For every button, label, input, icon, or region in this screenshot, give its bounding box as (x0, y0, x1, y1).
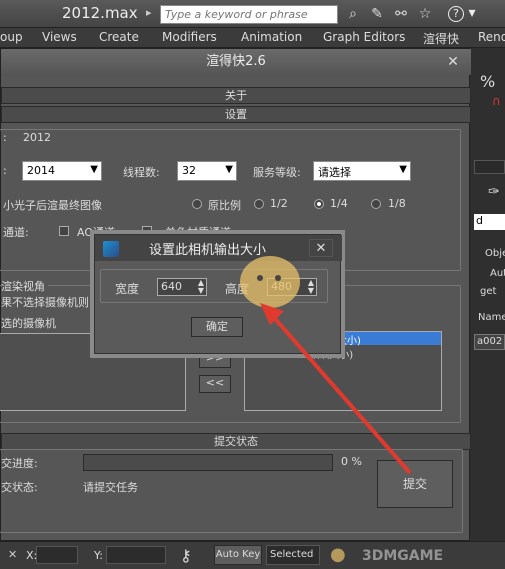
dialog-title: 渲得快2.6 (1, 49, 471, 75)
object-type-label: Obje (485, 248, 505, 259)
star-icon[interactable]: ☆ (416, 5, 434, 23)
threads-combo[interactable]: 32 ▼ (177, 161, 237, 181)
title-bar: 2012.max ▸ ⌕ ✎ ⚯ ☆ ? ▾ (0, 0, 505, 28)
ratio-eighth-label: 1/8 (388, 197, 406, 210)
help-button[interactable]: ? ▾ (448, 5, 482, 23)
max-version-combo[interactable]: 2014 ▼ (22, 161, 102, 181)
menu-modifiers[interactable]: Modifiers (162, 30, 217, 44)
service-level-label: 服务等级: (253, 166, 301, 179)
ok-button[interactable]: 确定 (191, 317, 243, 337)
camera-group-label: 渲染视角 (1, 278, 48, 294)
name-field[interactable]: d (474, 214, 505, 230)
object-name-field[interactable]: a002 (474, 334, 505, 350)
target-label: get (480, 286, 497, 297)
max-version-label: : (3, 164, 7, 177)
width-spinner[interactable]: 640 ▲ ▼ (157, 278, 207, 296)
menu-bar: oup Views Create Modifiers Animation Gra… (0, 28, 505, 48)
screen: 2012.max ▸ ⌕ ✎ ⚯ ☆ ? ▾ oup Views Create … (0, 0, 505, 569)
autogrid-label: Aut (490, 268, 505, 279)
camera-hint-1: 果不选择摄像机则 (1, 296, 89, 309)
about-rollout[interactable]: 关于 (1, 87, 471, 104)
percent-label: % (480, 72, 496, 91)
progress-label: 交进度: (1, 457, 38, 470)
command-panel: % ∩ ✑ d Obje Aut get Name a002 (470, 48, 505, 553)
arrow-annotation-icon (260, 303, 412, 475)
name-label: Name (478, 312, 505, 323)
app-icon (103, 241, 119, 257)
channel-label: 通道: (3, 226, 29, 239)
menu-views[interactable]: Views (42, 30, 77, 44)
threads-label: 线程数: (123, 166, 160, 179)
settings-rollout[interactable]: 设置 (1, 106, 471, 123)
version-value: 2012 (23, 131, 51, 144)
name-field-text: d (476, 214, 483, 227)
menu-create[interactable]: Create (99, 30, 139, 44)
key-icon[interactable]: ⚷ (180, 546, 192, 565)
binoculars-icon[interactable]: ⌕ (344, 5, 362, 23)
magnet-icon[interactable]: ∩ (492, 94, 501, 108)
state-label: 交状态: (1, 481, 38, 494)
ratio-eighth-radio[interactable] (371, 199, 381, 209)
ratio-quarter-radio[interactable] (314, 199, 324, 209)
chevron-down-icon: ▼ (399, 164, 407, 175)
expand-icon[interactable]: ▸ (146, 6, 156, 22)
wrench-icon[interactable]: ✎ (368, 5, 386, 23)
state-value: 请提交任务 (83, 481, 138, 494)
search-input[interactable] (160, 5, 338, 24)
object-name-text: a002 (477, 336, 503, 347)
menu-rendering[interactable]: Rend (478, 30, 505, 44)
selection-combo[interactable]: Selected (266, 545, 320, 565)
spinner-arrows-icon[interactable]: ▲ ▼ (198, 279, 204, 295)
version-label: : (3, 131, 7, 144)
ratio-half-label: 1/2 (270, 197, 288, 210)
menu-group[interactable]: oup (0, 30, 23, 44)
y-label: Y: (94, 549, 103, 562)
app-title: 2012.max (62, 4, 138, 22)
panel-tabs[interactable] (474, 160, 505, 174)
ratio-half-radio[interactable] (254, 199, 264, 209)
render-option-label: 小光子后渲最终图像 (3, 199, 102, 212)
service-level-combo[interactable]: 请选择 ▼ (313, 161, 411, 181)
width-label: 宽度 (115, 282, 140, 296)
remove-camera-button[interactable]: << (199, 375, 231, 393)
menu-animation[interactable]: Animation (241, 30, 302, 44)
width-value: 640 (161, 280, 182, 293)
lock-icon[interactable]: ✕ (8, 548, 17, 561)
brush-icon[interactable]: ✑ (488, 184, 500, 200)
ratio-original-label: 原比例 (208, 199, 241, 212)
chevron-down-icon: ▼ (90, 164, 98, 175)
help-icon: ? (448, 6, 464, 22)
menu-xuandekuai[interactable]: 渲得快 (423, 30, 459, 47)
y-coordinate-field[interactable] (106, 546, 166, 564)
threads-value: 32 (182, 164, 196, 177)
menu-graph-editors[interactable]: Graph Editors (323, 30, 405, 44)
mascot-small-icon: ● (330, 544, 346, 565)
auto-key-button[interactable]: Auto Key (214, 545, 262, 565)
max-version-value: 2014 (27, 164, 55, 177)
nodes-icon[interactable]: ⚯ (392, 5, 410, 23)
ao-channel-checkbox[interactable] (59, 226, 69, 236)
ratio-original-radio[interactable] (192, 199, 202, 209)
watermark-text: 3DMGAME (362, 548, 444, 564)
camera-hint-2: 选的摄像机 (1, 317, 56, 330)
ratio-quarter-label: 1/4 (330, 197, 348, 210)
service-level-value: 请选择 (318, 166, 351, 179)
x-coordinate-field[interactable] (36, 546, 78, 564)
dialog-close-button[interactable]: ✕ (439, 53, 467, 71)
chevron-down-icon: ▼ (225, 164, 233, 175)
status-bar: ✕ X: Y: ⚷ Auto Key Selected ● 3DMGAME (0, 541, 505, 569)
